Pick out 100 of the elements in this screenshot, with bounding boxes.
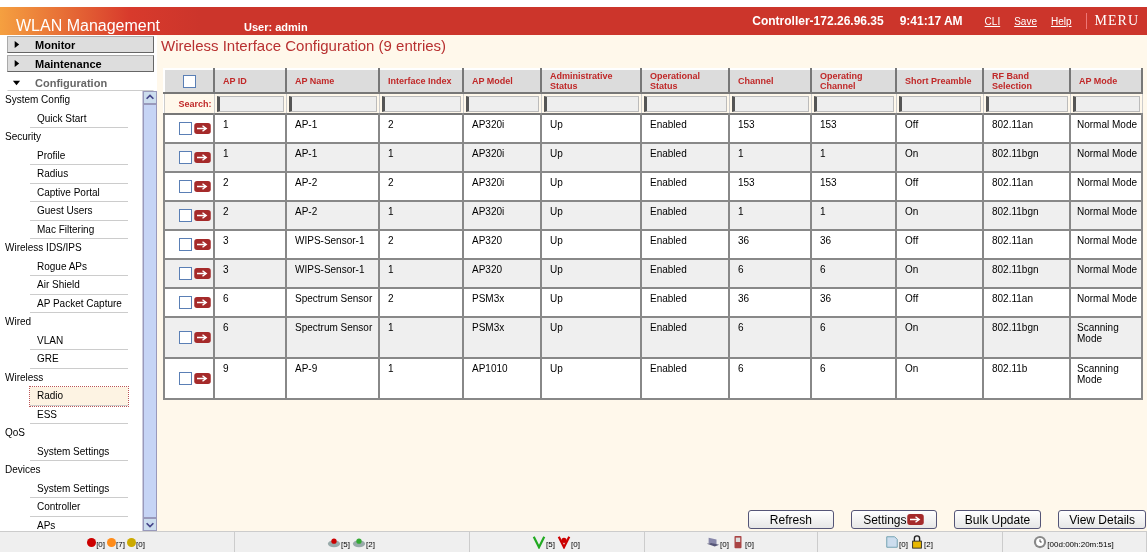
menu-header[interactable]: Maintenance — [7, 55, 154, 72]
scroll-up-icon[interactable] — [143, 91, 157, 104]
nav-item[interactable]: Captive Portal — [30, 183, 128, 202]
table-cell: 6 — [811, 259, 896, 288]
status-count: [5] — [341, 540, 350, 549]
search-field[interactable] — [643, 95, 727, 112]
row-checkbox[interactable] — [179, 331, 192, 344]
search-field[interactable] — [465, 95, 539, 112]
settings-button[interactable]: Settings — [850, 510, 937, 529]
arrow-icon[interactable] — [194, 239, 211, 250]
search-field[interactable] — [731, 95, 809, 112]
search-field[interactable] — [543, 95, 639, 112]
search-field[interactable] — [381, 95, 461, 112]
table-cell: On — [896, 143, 983, 172]
row-checkbox[interactable] — [179, 267, 192, 280]
table-cell: 802.11b — [983, 358, 1070, 399]
table-cell: AP320 — [463, 259, 541, 288]
table-cell: AP-2 — [286, 201, 379, 230]
column-header[interactable]: RF Band Selection — [983, 69, 1070, 93]
table-cell: 3 — [214, 259, 286, 288]
status-count: [0] — [571, 540, 580, 549]
row-checkbox[interactable] — [179, 238, 192, 251]
search-field[interactable] — [216, 95, 284, 112]
app-title: WLAN Management — [16, 17, 161, 35]
nav-item[interactable]: System Settings — [30, 442, 128, 461]
column-header[interactable]: Interface Index — [379, 69, 463, 93]
column-header[interactable]: Administrative Status — [541, 69, 641, 93]
nav-item[interactable]: System Settings — [30, 479, 128, 498]
arrow-icon[interactable] — [194, 181, 211, 192]
row-checkbox[interactable] — [179, 296, 192, 309]
status-count: [0] — [899, 540, 908, 549]
arrow-icon[interactable] — [194, 297, 211, 308]
menu-header[interactable]: Monitor — [7, 36, 154, 53]
column-header[interactable]: AP Mode — [1070, 69, 1142, 93]
status-count: [0] — [745, 540, 754, 549]
row-checkbox[interactable] — [179, 180, 192, 193]
nav-group-label: Wireless IDS/IPS — [4, 241, 83, 255]
nav-item[interactable]: Radio — [30, 387, 128, 406]
table-cell: AP-9 — [286, 358, 379, 399]
arrow-icon[interactable] — [194, 123, 211, 134]
table-cell: Enabled — [641, 317, 729, 358]
action-button[interactable]: Bulk Update — [953, 510, 1042, 529]
status-count: [2] — [924, 540, 933, 549]
table-cell: WIPS-Sensor-1 — [286, 259, 379, 288]
row-checkbox[interactable] — [179, 372, 192, 385]
nav-item[interactable]: Mac Filtering — [30, 220, 128, 239]
nav-item[interactable]: Radius — [30, 165, 128, 184]
arrow-icon[interactable] — [194, 373, 211, 384]
action-button[interactable]: Refresh — [747, 510, 834, 529]
search-field[interactable] — [985, 95, 1068, 112]
logo: MERU — [1085, 13, 1139, 29]
table-cell: 6 — [214, 317, 286, 358]
nav-item[interactable]: Rogue APs — [30, 257, 128, 276]
arrow-icon[interactable] — [194, 268, 211, 279]
nav-item[interactable]: Profile — [30, 146, 128, 165]
lock-icon — [910, 535, 924, 549]
nav-item[interactable]: AP Packet Capture — [30, 294, 128, 313]
table-cell: PSM3x — [463, 317, 541, 358]
table-cell: 6 — [811, 317, 896, 358]
header-link[interactable]: Help — [1050, 15, 1072, 27]
arrow-icon[interactable] — [194, 152, 211, 163]
arrow-icon[interactable] — [194, 210, 211, 221]
table-cell: Enabled — [641, 358, 729, 399]
table-cell: Up — [541, 317, 641, 358]
row-checkbox[interactable] — [179, 122, 192, 135]
column-header[interactable]: AP ID — [214, 69, 286, 93]
table-cell: 1 — [379, 317, 463, 358]
header-link[interactable]: CLI — [984, 15, 1001, 27]
column-header[interactable]: Short Preamble — [896, 69, 983, 93]
nav-item[interactable]: GRE — [30, 350, 128, 369]
table-cell: 802.11bgn — [983, 143, 1070, 172]
nav-item[interactable]: VLAN — [30, 331, 128, 350]
nav-item[interactable]: Guest Users — [30, 202, 128, 221]
nav-item[interactable]: Quick Start — [30, 109, 128, 128]
user-label: User: admin — [244, 21, 308, 33]
search-field[interactable] — [288, 95, 377, 112]
nav-item[interactable]: ESS — [30, 405, 128, 424]
action-button[interactable]: View Details — [1058, 510, 1146, 529]
column-header[interactable]: Channel — [729, 69, 811, 93]
search-field[interactable] — [813, 95, 894, 112]
row-checkbox[interactable] — [179, 209, 192, 222]
search-field[interactable] — [898, 95, 981, 112]
table-cell: On — [896, 358, 983, 399]
search-field[interactable] — [1072, 95, 1140, 112]
column-header[interactable]: AP Model — [463, 69, 541, 93]
column-header[interactable]: Operating Channel — [811, 69, 896, 93]
column-header[interactable]: AP Name — [286, 69, 379, 93]
scroll-down-icon[interactable] — [143, 518, 157, 531]
nav-item[interactable]: Air Shield — [30, 276, 128, 295]
header-link[interactable]: Save — [1014, 15, 1037, 27]
select-all-checkbox[interactable] — [182, 74, 196, 88]
row-checkbox[interactable] — [179, 151, 192, 164]
nav-item[interactable]: Controller — [30, 498, 128, 517]
arrow-icon[interactable] — [194, 332, 211, 343]
table-cell: Up — [541, 201, 641, 230]
status-count: [0] — [96, 540, 106, 549]
column-header[interactable]: Operational Status — [641, 69, 729, 93]
table-cell: 1 — [379, 201, 463, 230]
table-cell: 2 — [214, 201, 286, 230]
table-cell: 1 — [811, 201, 896, 230]
